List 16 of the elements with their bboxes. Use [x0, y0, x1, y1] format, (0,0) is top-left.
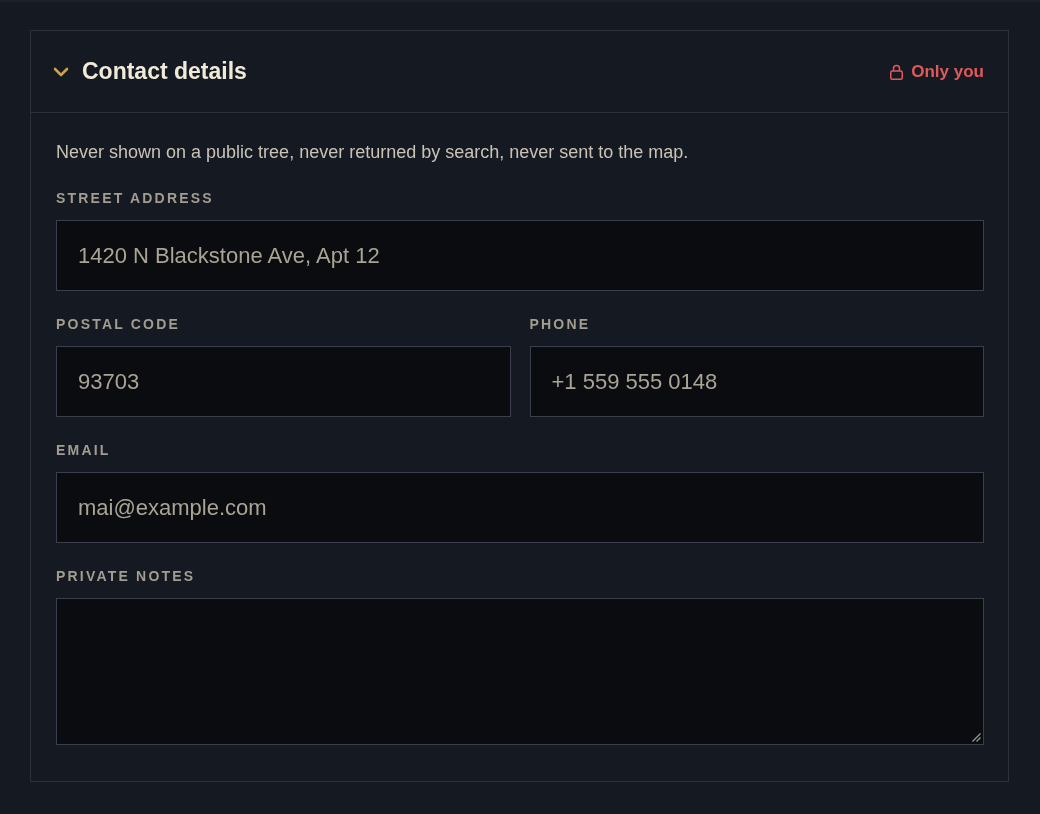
- description-text: Never shown on a public tree, never returned by search, never sent to the map.: [56, 141, 690, 164]
- field-label: PHONE: [529, 315, 592, 333]
- lock-icon: [890, 63, 904, 80]
- section-header[interactable]: Contact details Only you: [31, 31, 1008, 113]
- section-title: Contact details: [82, 57, 247, 87]
- field-label: EMAIL: [56, 441, 112, 459]
- field-label: PRIVATE NOTES: [56, 567, 197, 585]
- field-label: POSTAL CODE: [56, 315, 182, 333]
- resize-grip-icon[interactable]: [972, 733, 981, 742]
- text-field[interactable]: 1420 N Blackstone Ave, Apt 12: [56, 220, 984, 291]
- visibility-label: Only you: [911, 60, 984, 83]
- text-field[interactable]: mai@example.com: [56, 472, 984, 543]
- text-field[interactable]: +1 559 555 0148: [529, 346, 984, 417]
- field-label: STREET ADDRESS: [56, 189, 215, 207]
- text-field[interactable]: 93703: [56, 346, 511, 417]
- chevron-icon[interactable]: [53, 66, 69, 77]
